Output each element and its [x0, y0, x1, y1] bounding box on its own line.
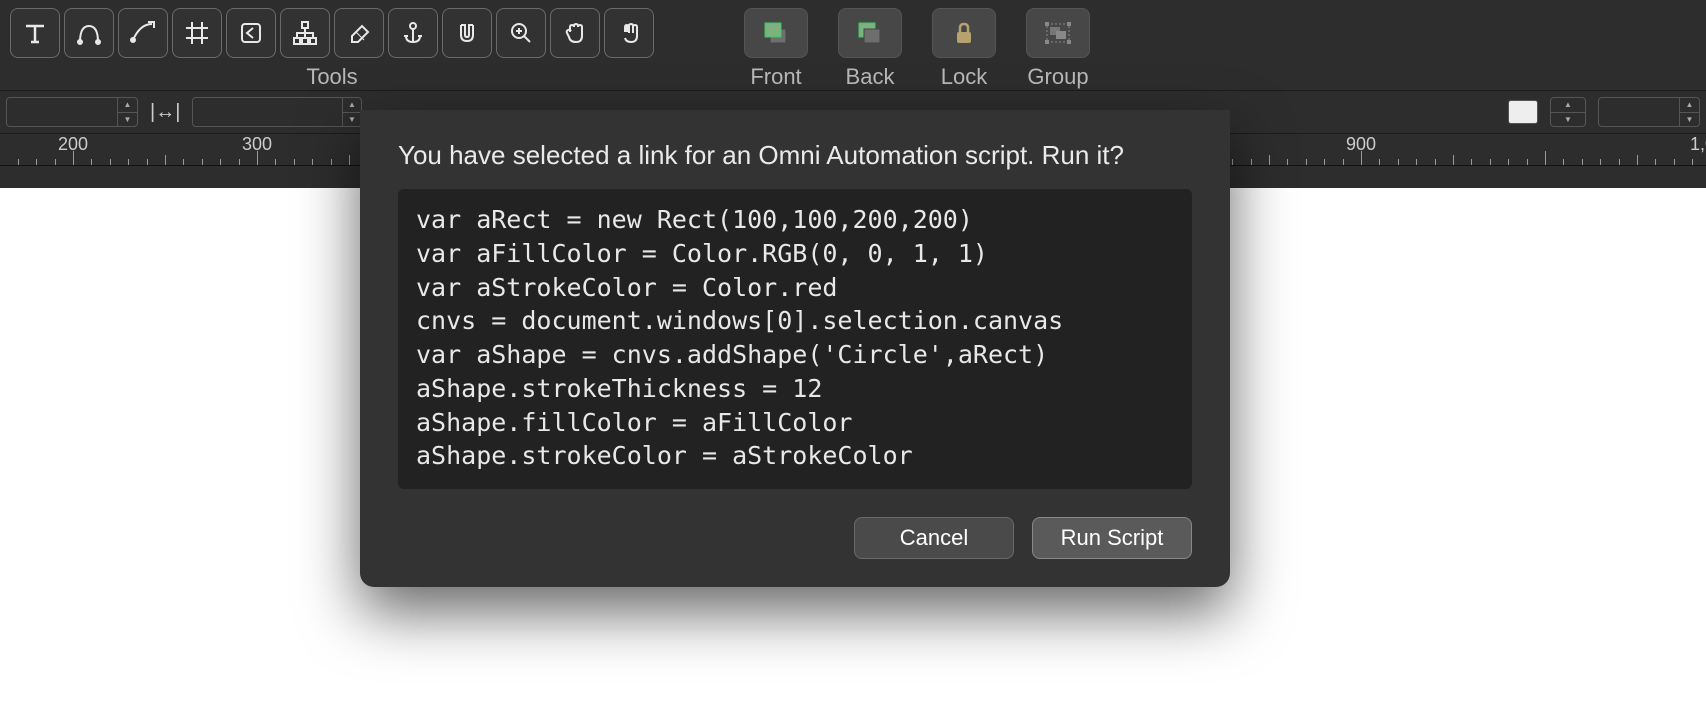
right-format-controls: ▲▼ ▲▼ — [1508, 97, 1700, 127]
lock-button[interactable] — [932, 8, 996, 58]
back-item: Back — [838, 8, 902, 90]
tool-buttons-row — [10, 8, 654, 58]
back-label: Back — [846, 64, 895, 90]
arrange-group: Front Back Lock Group — [744, 8, 1090, 90]
ruler-tick-label: 300 — [242, 134, 272, 155]
stepper-icon[interactable]: ▲▼ — [1679, 98, 1699, 126]
stepper-icon[interactable]: ▲▼ — [1551, 98, 1585, 126]
pointer-tool[interactable] — [604, 8, 654, 58]
back-tool[interactable] — [226, 8, 276, 58]
group-item: Group — [1026, 8, 1090, 90]
front-button[interactable] — [744, 8, 808, 58]
script-code-preview: var aRect = new Rect(100,100,200,200) va… — [398, 189, 1192, 489]
automation-script-dialog: You have selected a link for an Omni Aut… — [360, 110, 1230, 587]
combo-2[interactable]: ▲▼ — [192, 97, 362, 127]
tools-group: Tools — [10, 8, 654, 90]
pan-tool[interactable] — [550, 8, 600, 58]
combo-right-2[interactable]: ▲▼ — [1598, 97, 1700, 127]
main-toolbar: Tools Front Back Lock Group — [0, 0, 1706, 90]
stepper-icon[interactable]: ▲▼ — [117, 98, 137, 126]
width-arrow-icon: |↔| — [150, 101, 180, 124]
color-swatch[interactable] — [1508, 100, 1538, 124]
tools-label: Tools — [306, 64, 357, 90]
group-label: Group — [1027, 64, 1088, 90]
combo-1[interactable]: ▲▼ — [6, 97, 138, 127]
combo-right-1[interactable]: ▲▼ — [1550, 97, 1586, 127]
dialog-message: You have selected a link for an Omni Aut… — [398, 140, 1192, 171]
eraser-tool[interactable] — [334, 8, 384, 58]
group-button[interactable] — [1026, 8, 1090, 58]
ruler-tick-label: 200 — [58, 134, 88, 155]
ruler-tick-label: 1,00 — [1690, 134, 1706, 155]
pen-tool[interactable] — [64, 8, 114, 58]
hierarchy-tool[interactable] — [280, 8, 330, 58]
dialog-button-row: Cancel Run Script — [398, 517, 1192, 559]
lock-label: Lock — [941, 64, 987, 90]
back-button[interactable] — [838, 8, 902, 58]
stepper-icon[interactable]: ▲▼ — [342, 98, 362, 126]
cancel-button[interactable]: Cancel — [854, 517, 1014, 559]
anchor-tool[interactable] — [388, 8, 438, 58]
ruler-tick-label: 900 — [1346, 134, 1376, 155]
crop-tool[interactable] — [172, 8, 222, 58]
lock-item: Lock — [932, 8, 996, 90]
node-tool[interactable] — [118, 8, 168, 58]
magnet-tool[interactable] — [442, 8, 492, 58]
text-tool[interactable] — [10, 8, 60, 58]
run-script-button[interactable]: Run Script — [1032, 517, 1192, 559]
front-item: Front — [744, 8, 808, 90]
zoom-tool[interactable] — [496, 8, 546, 58]
front-label: Front — [750, 64, 801, 90]
